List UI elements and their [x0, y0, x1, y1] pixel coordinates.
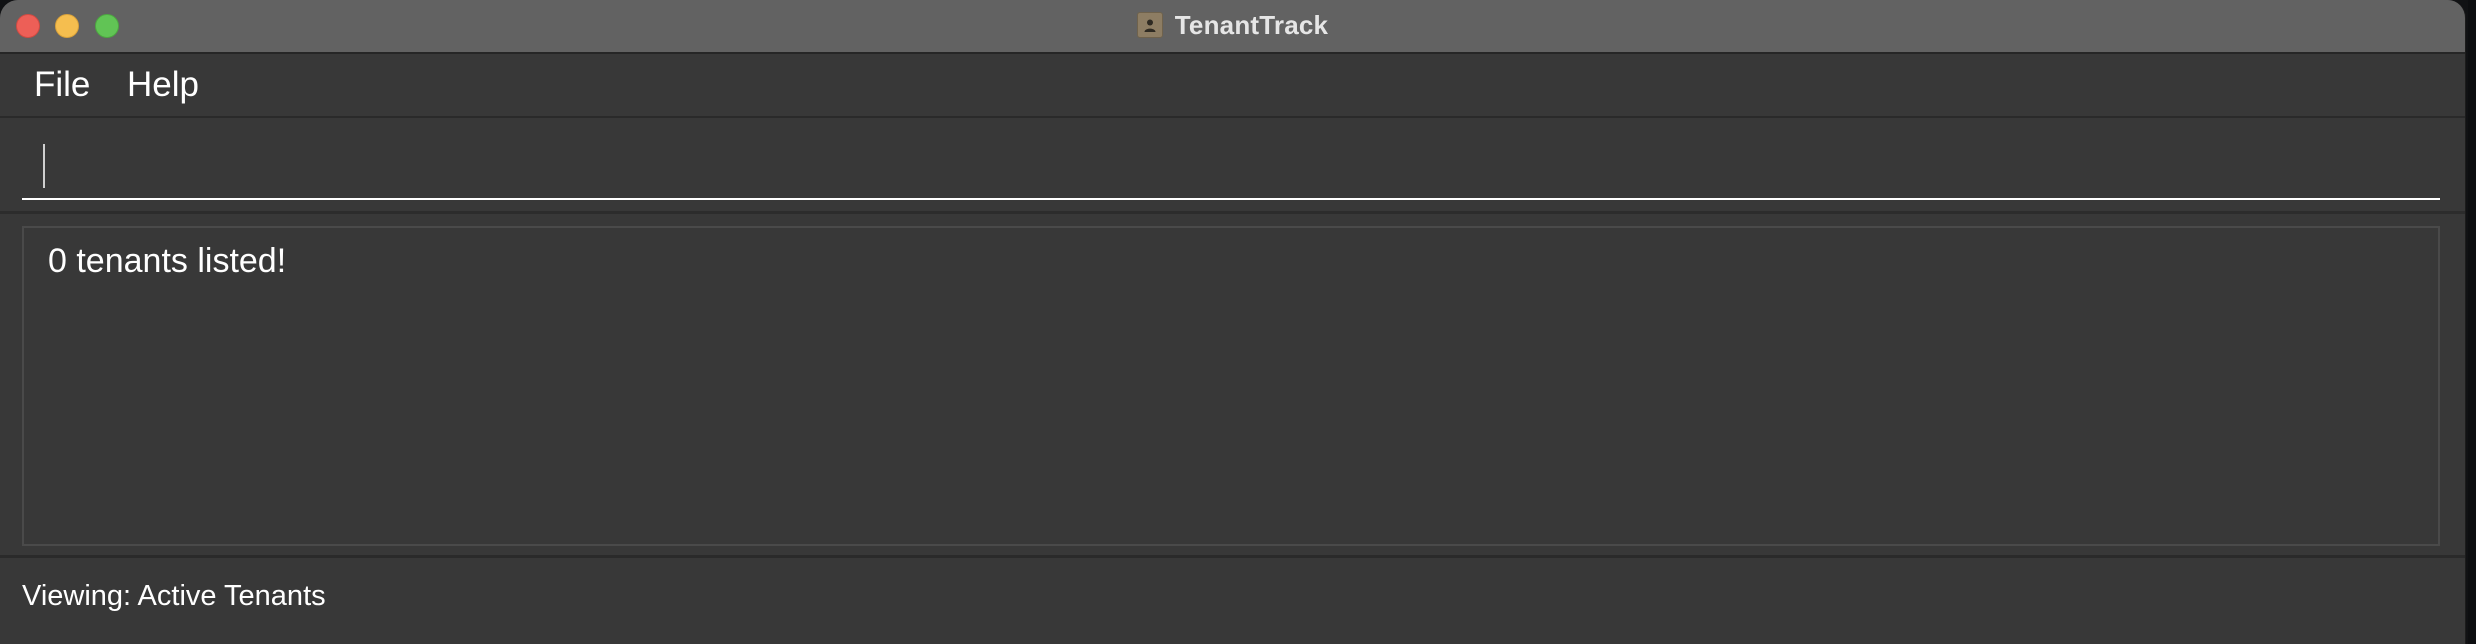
result-message: 0 tenants listed!: [48, 242, 287, 280]
menu-bar: File Help: [0, 54, 2465, 118]
person-badge-icon: [1144, 19, 1156, 32]
command-box-area: [0, 118, 2465, 214]
app-icon: [1136, 12, 1163, 38]
result-display[interactable]: 0 tenants listed!: [22, 226, 2440, 546]
window-title: TenantTrack: [1174, 9, 1329, 40]
title-bar: TenantTrack: [0, 0, 2465, 54]
window-title-group: TenantTrack: [0, 0, 2465, 50]
app-window: TenantTrack File Help 0 tenants listed! …: [0, 0, 2466, 644]
text-caret: [43, 144, 45, 188]
menu-help[interactable]: Help: [127, 54, 199, 116]
command-input[interactable]: [22, 138, 2440, 200]
status-bar: Viewing: Active Tenants: [0, 558, 2465, 644]
status-text: Viewing: Active Tenants: [22, 580, 326, 612]
desktop-background: [2468, 0, 2476, 644]
menu-file[interactable]: File: [34, 54, 90, 116]
